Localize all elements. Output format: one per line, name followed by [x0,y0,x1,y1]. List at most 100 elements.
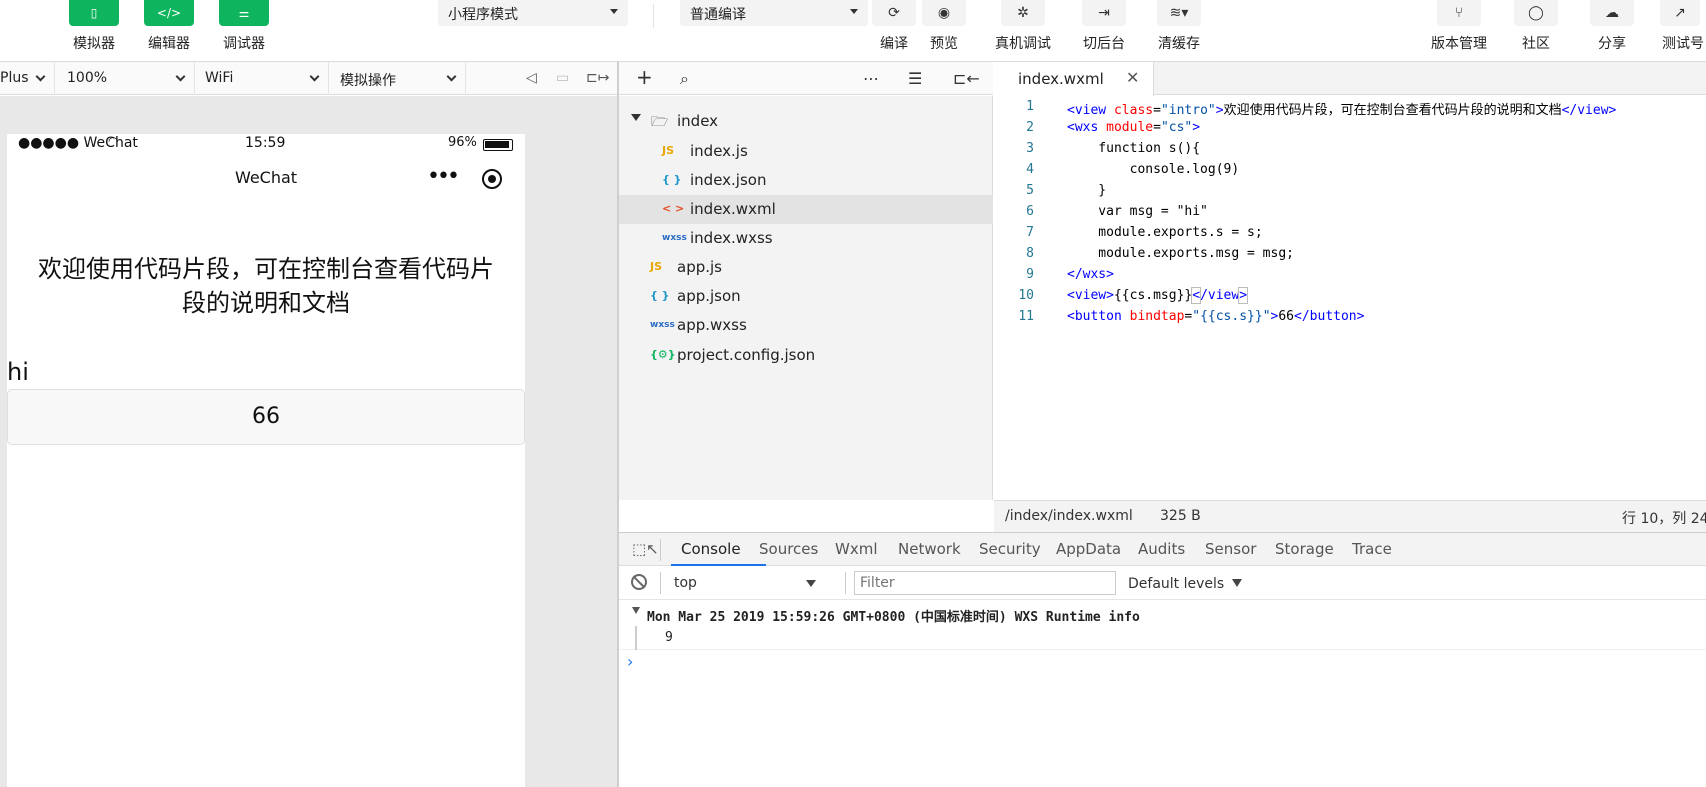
tab-audits[interactable]: Audits [1138,540,1185,558]
devtools-tab-bar: ⬚↖ Console Sources Wxml Network Security… [619,532,1706,567]
line-number: 5 [1026,183,1034,198]
file-item[interactable]: JS app.js [619,253,993,282]
clear-cache-button[interactable]: ≋▾ 清缓存 [1149,0,1209,53]
file-item[interactable]: wxss index.wxss [619,224,993,253]
tab-appdata[interactable]: AppData [1056,540,1121,558]
refresh-icon: ⟳ [872,0,916,26]
line-number: 3 [1026,141,1034,156]
share-button[interactable]: ☁ 分享 [1582,0,1642,53]
tab-sources[interactable]: Sources [759,540,818,558]
window-icon[interactable]: ▭ [556,70,569,86]
more-dots-icon[interactable]: ••• [427,164,460,189]
caret-down-icon [631,114,641,121]
chevron-down-icon [446,71,457,82]
levels-value: Default levels [1128,576,1225,592]
simulate-operation-value: 模拟操作 [340,73,396,89]
network-value: WiFi [205,70,234,86]
console-prompt-icon[interactable]: › [627,652,633,671]
test-account-button[interactable]: ↗ 测试号 [1652,0,1706,53]
tab-wxml[interactable]: Wxml [835,540,878,558]
clear-console-icon[interactable] [631,574,647,590]
divider [660,539,661,561]
carrier-text: ●●●●● WeChat [18,135,138,151]
capsule-menu[interactable]: ••• [413,162,509,194]
line-number: 6 [1026,204,1034,219]
code-line-7: module.exports.s = s; [1067,225,1263,240]
simulate-operation-select[interactable]: 模拟操作 [330,62,466,95]
tab-storage[interactable]: Storage [1275,540,1334,558]
simulator-button[interactable]: ▯ 模拟器 [64,0,124,53]
close-icon[interactable]: ✕ [1126,68,1139,87]
mode-select[interactable]: 小程序模式 [438,0,628,26]
file-item[interactable]: {⚙} project.config.json [619,341,993,370]
remote-debug-label: 真机调试 [995,36,1051,52]
preview-label: 预览 [930,36,958,52]
tab-security[interactable]: Security [979,540,1041,558]
add-icon[interactable]: + [636,65,653,89]
tab-index-wxml[interactable]: index.wxml ✕ [994,62,1154,96]
line-number: 7 [1026,225,1034,240]
line-number: 11 [1018,309,1034,324]
tab-console[interactable]: Console [681,540,741,558]
compile-mode-value: 普通编译 [690,7,746,23]
file-name: index.json [690,171,767,189]
editor-label: 编辑器 [148,36,190,52]
divider [653,4,654,28]
volume-icon[interactable]: ◁ [526,70,537,86]
file-path: /index/index.wxml [1005,508,1133,524]
detach-icon[interactable]: ⊏↦ [586,70,609,86]
code-line-10: <view>{{cs.msg}}</view> [1067,287,1249,304]
wxml-file-icon: < > [662,202,685,215]
code-editor[interactable]: 1 2 3 4 5 6 7 8 9 10 11 <view class="int… [994,96,1706,500]
zoom-select[interactable]: 100% [57,62,195,95]
log-group-header[interactable]: Mon Mar 25 2019 15:59:26 GMT+0800 (中国标准时… [619,600,1706,626]
editor-button[interactable]: </> 编辑器 [139,0,199,53]
debugger-button[interactable]: ⚌ 调试器 [214,0,274,53]
phone-status-bar: ●●●●● WeChat ◠ 15:59 96% [7,134,525,156]
levels-select[interactable]: Default levels [1128,570,1248,596]
test-account-label: 测试号 [1662,36,1704,52]
remote-debug-button[interactable]: ✲ 真机调试 [993,0,1053,53]
file-item[interactable]: JS index.js [619,137,993,166]
background-label: 切后台 [1083,36,1125,52]
inspect-element-icon[interactable]: ⬚↖ [632,540,659,558]
tab-sensor[interactable]: Sensor [1205,540,1256,558]
split-left-icon[interactable]: ⊏← [953,69,980,88]
filter-input[interactable] [854,571,1116,595]
intro-text: 欢迎使用代码片段，可在控制台查看代码片段的说明和文档 [38,255,494,317]
network-select[interactable]: WiFi [195,62,329,95]
file-item-selected[interactable]: < > index.wxml [619,195,993,224]
simulator-toolbar: Plus 100% WiFi 模拟操作 ◁ ▭ ⊏↦ [0,62,617,95]
json-file-icon: { } [662,173,682,186]
collapse-icon[interactable]: ☰ [908,69,922,88]
more-icon[interactable]: ⋯ [863,69,879,88]
context-select[interactable]: top [664,570,824,596]
group-indent-line [635,626,637,650]
msg-text: hi [7,358,29,386]
file-name: app.wxss [677,316,747,334]
compile-mode-select[interactable]: 普通编译 [680,0,868,26]
close-target-icon[interactable] [482,169,502,189]
switch-background-icon: ⇥ [1082,0,1126,26]
search-icon[interactable]: ⌕ [680,69,689,89]
folder-index[interactable]: 🗁 index [619,107,993,136]
file-item[interactable]: wxss app.wxss [619,311,993,340]
simulator-label: 模拟器 [73,36,115,52]
tab-trace[interactable]: Trace [1352,540,1392,558]
tap-button[interactable]: 66 [7,389,525,445]
community-button[interactable]: ◯ 社区 [1506,0,1566,53]
file-name: app.json [677,287,741,305]
wxss-file-icon: wxss [650,320,675,330]
version-button[interactable]: ⑂ 版本管理 [1427,0,1491,53]
file-item[interactable]: { } app.json [619,282,993,311]
background-button[interactable]: ⇥ 切后台 [1074,0,1134,53]
divider [660,572,661,594]
device-select[interactable]: Plus [0,62,55,95]
battery-icon [483,139,513,151]
tab-network[interactable]: Network [898,540,961,558]
code-line-11: <button bindtap="{{cs.s}}">66</button> [1067,309,1365,324]
preview-button[interactable]: ◉ 预览 [914,0,974,53]
code-line-3: function s(){ [1067,141,1201,156]
file-item[interactable]: { } index.json [619,166,993,195]
cursor-position[interactable]: 行 10，列 24 [1622,508,1706,528]
